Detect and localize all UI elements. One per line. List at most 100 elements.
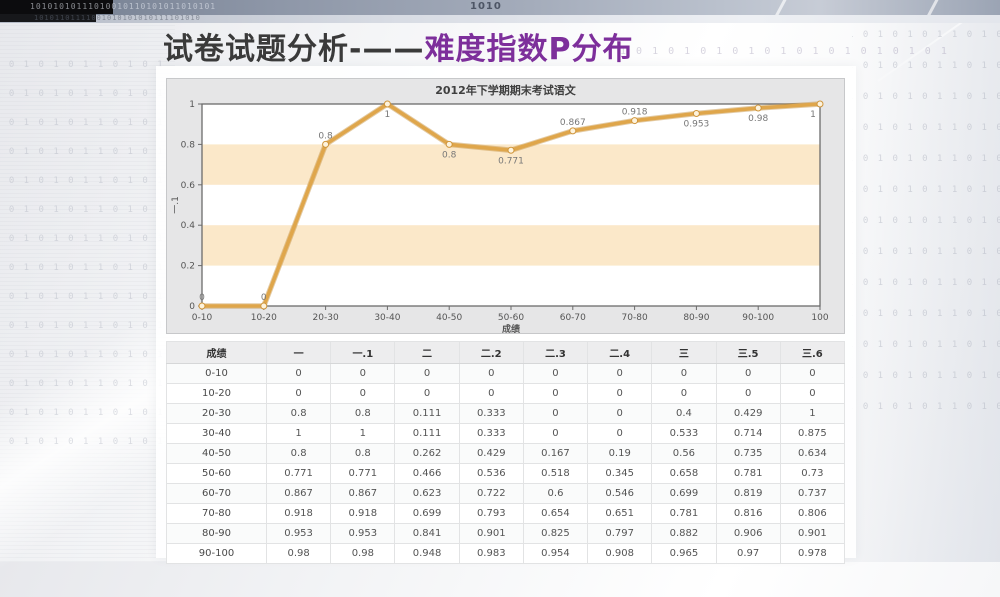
table-row: 50-600.7710.7710.4660.5360.5180.3450.658… — [167, 464, 845, 484]
table-header-row: 成绩一一.1二二.2二.3二.4三三.5三.6 — [167, 342, 845, 364]
data-point — [632, 118, 638, 124]
table-row: 80-900.9530.9530.8410.9010.8250.7970.882… — [167, 524, 845, 544]
table-row: 90-1000.980.980.9480.9830.9540.9080.9650… — [167, 544, 845, 564]
binary-watermark-line: 1 0 1 0 1 0 1 1 0 1 0 1 0 0 1 0 1 1 0 1 … — [852, 185, 1000, 195]
chart-title: 2012年下学期期末考试语文 — [435, 83, 577, 97]
x-axis-title: 成绩 — [502, 323, 520, 333]
x-tick-label: 20-30 — [313, 313, 339, 323]
table-cell: 0.98 — [331, 544, 395, 564]
banner-binary-text: 10101010111010010110101011010101 — [30, 2, 460, 11]
data-label: 0.98 — [748, 114, 768, 124]
y-tick-label: 0.4 — [181, 221, 196, 231]
table-cell: 0.901 — [780, 524, 844, 544]
data-label: 1 — [385, 110, 391, 120]
row-header: 40-50 — [167, 444, 267, 464]
data-label: 0.918 — [622, 108, 648, 118]
table-cell: 0.806 — [780, 504, 844, 524]
banner-center-text: 1010 — [470, 1, 502, 12]
table-cell: 0.819 — [716, 484, 780, 504]
binary-watermark-line: 1 0 1 0 1 0 1 1 0 1 0 1 0 0 1 0 1 1 0 1 … — [0, 408, 168, 418]
x-tick-label: 70-80 — [622, 313, 648, 323]
binary-watermark-left: 1 0 1 0 1 0 1 1 0 1 0 1 0 0 1 0 1 1 0 1 … — [0, 60, 168, 480]
table-row: 70-800.9180.9180.6990.7930.6540.6510.781… — [167, 504, 845, 524]
y-axis-title: 一.1 — [171, 196, 181, 214]
binary-watermark-line: 1 0 1 0 1 0 1 1 0 1 0 1 0 0 1 0 1 1 0 1 … — [852, 371, 1000, 381]
row-header: 30-40 — [167, 424, 267, 444]
data-point — [693, 110, 699, 116]
table-cell: 0 — [395, 384, 459, 404]
table-cell: 0.737 — [780, 484, 844, 504]
data-point — [384, 101, 390, 107]
row-header: 20-30 — [167, 404, 267, 424]
table-cell: 0 — [780, 364, 844, 384]
data-point — [508, 147, 514, 153]
column-header: 三.5 — [716, 342, 780, 364]
table-cell: 0 — [652, 384, 716, 404]
column-header: 一 — [267, 342, 331, 364]
table-cell: 0.651 — [588, 504, 652, 524]
table-cell: 1 — [267, 424, 331, 444]
data-point — [323, 141, 329, 147]
row-header: 60-70 — [167, 484, 267, 504]
table-cell: 0.111 — [395, 404, 459, 424]
table-cell: 0.901 — [459, 524, 523, 544]
table-cell: 0.867 — [331, 484, 395, 504]
chart-canvas: 2012年下学期期末考试语文00.20.40.60.810-1010-2020-… — [167, 79, 844, 333]
binary-watermark-line: 1 0 1 0 1 0 1 1 0 1 0 1 0 0 1 0 1 1 0 1 … — [852, 309, 1000, 319]
row-header: 10-20 — [167, 384, 267, 404]
binary-watermark-line: 1 0 1 0 1 0 1 1 0 1 0 1 0 0 1 0 1 1 0 1 … — [0, 234, 168, 244]
binary-watermark-line: 1 0 1 0 1 0 1 1 0 1 0 1 0 0 1 0 1 1 0 1 … — [852, 123, 1000, 133]
table-cell: 0 — [331, 384, 395, 404]
table-cell: 0.533 — [652, 424, 716, 444]
table-cell: 0.658 — [652, 464, 716, 484]
row-header: 80-90 — [167, 524, 267, 544]
binary-watermark-line: 1 0 1 0 1 0 1 1 0 1 0 1 0 0 1 0 1 1 0 1 … — [0, 60, 168, 70]
table-cell: 0.953 — [267, 524, 331, 544]
data-point — [570, 128, 576, 134]
data-point — [817, 101, 823, 107]
table-cell: 0.345 — [588, 464, 652, 484]
table-row: 60-700.8670.8670.6230.7220.60.5460.6990.… — [167, 484, 845, 504]
table-cell: 0.908 — [588, 544, 652, 564]
table-cell: 0.771 — [267, 464, 331, 484]
table-cell: 0.714 — [716, 424, 780, 444]
table-cell: 0.954 — [523, 544, 587, 564]
table-cell: 0.4 — [652, 404, 716, 424]
binary-watermark-line: 1 0 1 0 1 0 1 1 0 1 0 1 0 0 1 0 1 1 0 1 … — [0, 379, 168, 389]
table-cell: 0.771 — [331, 464, 395, 484]
data-label: 0.867 — [560, 118, 586, 128]
table-cell: 0.875 — [780, 424, 844, 444]
table-cell: 0 — [588, 404, 652, 424]
binary-watermark-line: 1 0 1 0 1 0 1 1 0 1 0 1 0 0 1 0 1 1 0 1 … — [852, 30, 1000, 40]
binary-watermark-line: 1 0 1 0 1 0 1 1 0 1 0 1 0 0 1 0 1 1 0 1 … — [852, 402, 1000, 412]
binary-watermark-line: 1 0 1 0 1 0 1 1 0 1 0 1 0 0 1 0 1 1 0 1 … — [0, 292, 168, 302]
column-header: 二.2 — [459, 342, 523, 364]
table-cell: 0.429 — [716, 404, 780, 424]
table-cell: 0.882 — [652, 524, 716, 544]
table-cell: 0 — [459, 364, 523, 384]
table-cell: 0.722 — [459, 484, 523, 504]
x-tick-label: 30-40 — [374, 313, 400, 323]
page-title: 试卷试题分析-——难度指数P分布 — [163, 24, 633, 68]
data-label: 0 — [199, 293, 205, 303]
binary-watermark-line: 1 0 1 0 1 0 1 1 0 1 0 1 0 0 1 0 1 1 0 1 … — [852, 340, 1000, 350]
table-cell: 0.699 — [395, 504, 459, 524]
table-cell: 0 — [523, 364, 587, 384]
table-cell: 0.793 — [459, 504, 523, 524]
data-label: 0 — [261, 293, 267, 303]
table-cell: 0.97 — [716, 544, 780, 564]
table-cell: 1 — [780, 404, 844, 424]
table-cell: 0 — [588, 364, 652, 384]
table-cell: 0.546 — [588, 484, 652, 504]
table-cell: 0.983 — [459, 544, 523, 564]
table-row: 10-20000000000 — [167, 384, 845, 404]
binary-watermark-line: 1 0 1 0 1 0 1 1 0 1 0 1 0 0 1 0 1 1 0 1 … — [0, 437, 168, 447]
banner-binary-text-2: 10101101111001010101010111101010 — [34, 14, 414, 22]
column-header: 二.4 — [588, 342, 652, 364]
score-table: 成绩一一.1二二.2二.3二.4三三.5三.6 0-1000000000010-… — [166, 341, 845, 564]
table-cell: 0 — [523, 424, 587, 444]
table-cell: 0.6 — [523, 484, 587, 504]
table-cell: 0 — [523, 384, 587, 404]
table-cell: 0.8 — [267, 444, 331, 464]
table-cell: 0 — [267, 364, 331, 384]
